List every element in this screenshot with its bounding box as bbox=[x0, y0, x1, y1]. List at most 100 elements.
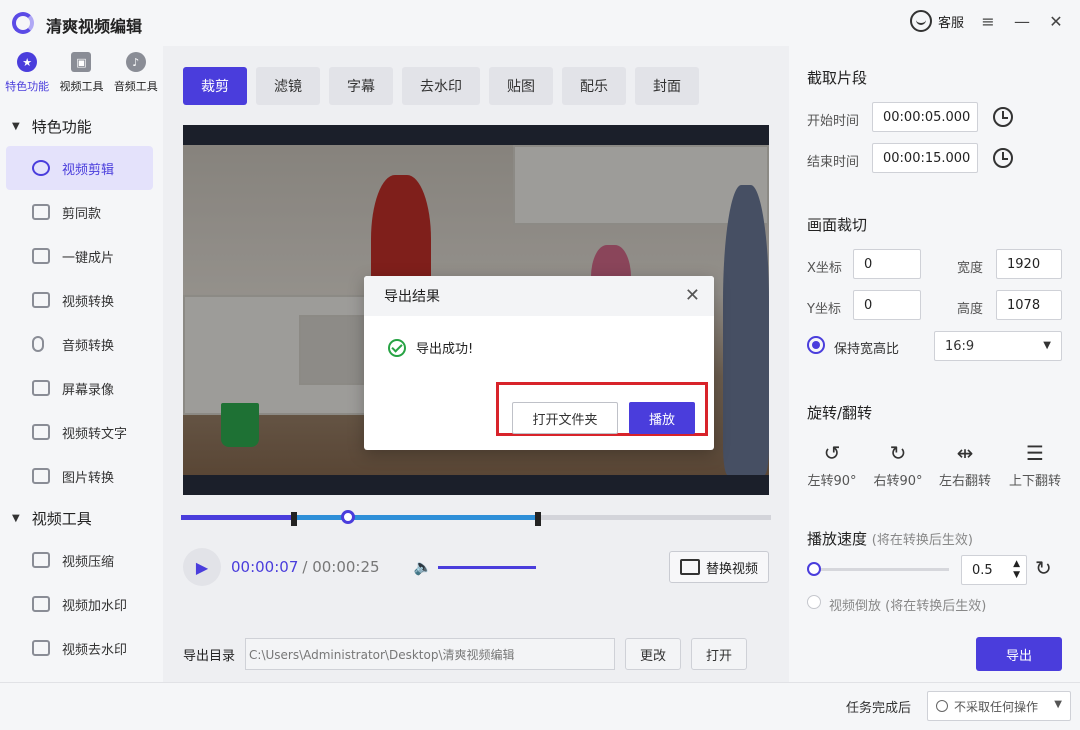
change-dir-button[interactable]: 更改 bbox=[625, 638, 682, 670]
timeline[interactable] bbox=[181, 510, 771, 526]
set-start-time-icon[interactable] bbox=[993, 107, 1013, 127]
flip-horizontal-button[interactable]: ⇹ 左右翻转 bbox=[935, 440, 995, 489]
tab-audio-tools[interactable]: ♪ 音频工具 bbox=[110, 52, 162, 98]
sidebar-item-image-convert[interactable]: 图片转换 bbox=[0, 454, 163, 498]
tab-featured[interactable]: ★ 特色功能 bbox=[1, 52, 53, 98]
replace-icon bbox=[679, 559, 700, 575]
flip-vertical-button[interactable]: ☰ 上下翻转 bbox=[1005, 440, 1065, 489]
rotate-section-title: 旋转/翻转 bbox=[807, 404, 873, 422]
tab-cover[interactable]: 封面 bbox=[635, 67, 699, 105]
sidebar-item-screen-record[interactable]: 屏幕录像 bbox=[0, 366, 163, 410]
sidebar-item-one-click[interactable]: 一键成片 bbox=[0, 234, 163, 278]
sidebar-item-same-style[interactable]: 剪同款 bbox=[0, 190, 163, 234]
start-time-label: 开始时间 bbox=[807, 114, 860, 129]
sidebar-item-video-compress[interactable]: 视频压缩 bbox=[0, 538, 163, 582]
sidebar-item-label: 视频剪辑 bbox=[62, 162, 115, 178]
speed-title: 播放速度 bbox=[807, 530, 868, 548]
y-coord-input[interactable]: 0 bbox=[853, 290, 921, 320]
playhead-knob[interactable] bbox=[341, 510, 355, 524]
replace-video-button[interactable]: 替换视频 bbox=[668, 551, 769, 583]
sidebar-item-label: 剪同款 bbox=[62, 206, 102, 222]
export-directory-row: 导出目录 C:\Users\Administrator\Desktop\清爽视频… bbox=[183, 638, 748, 670]
sidebar-item-add-watermark[interactable]: 视频加水印 bbox=[0, 582, 163, 626]
sidebar-item-video-convert[interactable]: 视频转换 bbox=[0, 278, 163, 322]
tab-remove-watermark[interactable]: 去水印 bbox=[402, 67, 480, 105]
keep-ratio-label: 保持宽高比 bbox=[834, 342, 900, 357]
speed-value: 0.5 bbox=[972, 562, 993, 578]
after-task-label: 任务完成后 bbox=[846, 701, 912, 716]
group-title: 特色功能 bbox=[31, 117, 92, 136]
play-video-button[interactable]: 播放 bbox=[629, 402, 695, 434]
tab-video-tools[interactable]: ▣ 视频工具 bbox=[55, 52, 107, 98]
play-button[interactable]: ▶ bbox=[183, 548, 221, 586]
rotate-left-button[interactable]: ↺ 左转90° bbox=[802, 440, 862, 489]
width-input[interactable]: 1920 bbox=[996, 249, 1062, 279]
speed-section: 播放速度 (将在转换后生效) bbox=[807, 528, 973, 549]
rotate-right-button[interactable]: ↻ 右转90° bbox=[868, 440, 928, 489]
start-time-input[interactable]: 00:00:05.000 bbox=[872, 102, 978, 132]
app-title: 清爽视频编辑 bbox=[46, 17, 143, 36]
customer-service-icon[interactable] bbox=[909, 10, 932, 32]
volume-icon[interactable]: 🔈 bbox=[414, 558, 433, 576]
export-button[interactable]: 导出 bbox=[976, 637, 1062, 671]
after-task-select[interactable]: 不采取任何操作 ▼ bbox=[927, 691, 1071, 721]
tab-filter[interactable]: 滤镜 bbox=[256, 67, 320, 105]
tool-tabs: 裁剪 滤镜 字幕 去水印 贴图 配乐 封面 bbox=[183, 67, 699, 105]
bottom-bar: 任务完成后 不采取任何操作 ▼ bbox=[0, 682, 1080, 730]
tab-crop[interactable]: 裁剪 bbox=[183, 67, 247, 105]
aspect-ratio-select[interactable]: 16:9 ▼ bbox=[934, 331, 1062, 361]
aspect-ratio-value: 16:9 bbox=[945, 338, 975, 354]
reverse-video-label: 视频倒放 (将在转换后生效) bbox=[829, 595, 986, 614]
music-icon: ♪ bbox=[125, 52, 146, 72]
customer-service-label[interactable]: 客服 bbox=[938, 12, 964, 31]
reset-speed-icon[interactable]: ↻ bbox=[1035, 556, 1052, 580]
y-coord-label: Y坐标 bbox=[807, 302, 841, 317]
stepper-icon[interactable]: ▲ ▼ bbox=[1013, 559, 1020, 581]
timeline-start-handle[interactable] bbox=[291, 512, 297, 526]
menu-icon[interactable]: ≡ bbox=[978, 11, 998, 31]
clip-section-title: 截取片段 bbox=[807, 69, 868, 87]
collapse-caret-icon: ▼ bbox=[12, 120, 20, 132]
export-dir-label: 导出目录 bbox=[183, 648, 236, 664]
tab-subtitle[interactable]: 字幕 bbox=[329, 67, 393, 105]
sidebar-item-video-to-text[interactable]: 视频转文字 bbox=[0, 410, 163, 454]
close-icon[interactable]: ✕ bbox=[1046, 11, 1066, 31]
sidebar-top-tabs: ★ 特色功能 ▣ 视频工具 ♪ 音频工具 bbox=[0, 46, 163, 98]
export-result-dialog: 导出结果 ✕ 导出成功! 打开文件夹 播放 bbox=[364, 276, 714, 450]
rotate-right-label: 右转90° bbox=[873, 474, 923, 489]
x-coord-input[interactable]: 0 bbox=[853, 249, 921, 279]
timeline-end-handle[interactable] bbox=[535, 512, 541, 526]
speed-hint: (将在转换后生效) bbox=[871, 533, 973, 548]
total-time: / 00:00:25 bbox=[302, 558, 380, 576]
tab-music[interactable]: 配乐 bbox=[562, 67, 626, 105]
open-dir-button[interactable]: 打开 bbox=[691, 638, 748, 670]
sidebar-item-label: 视频转文字 bbox=[62, 426, 128, 442]
keep-ratio-radio[interactable] bbox=[807, 336, 825, 354]
image-icon bbox=[32, 204, 50, 220]
sidebar-item-video-edit[interactable]: 视频剪辑 bbox=[6, 146, 153, 190]
sidebar-item-audio-convert[interactable]: 音频转换 bbox=[0, 322, 163, 366]
volume-slider[interactable] bbox=[438, 565, 537, 569]
end-time-input[interactable]: 00:00:15.000 bbox=[872, 143, 978, 173]
height-input[interactable]: 1078 bbox=[996, 290, 1062, 320]
reverse-video-radio[interactable] bbox=[807, 595, 821, 609]
speed-input[interactable]: 0.5 ▲ ▼ bbox=[961, 555, 1027, 585]
close-icon[interactable]: ✕ bbox=[685, 285, 700, 306]
sidebar: ★ 特色功能 ▣ 视频工具 ♪ 音频工具 ▼ 特色功能 视频剪辑 剪同款 一键成… bbox=[0, 46, 163, 682]
tab-label: 视频工具 bbox=[59, 80, 104, 93]
tab-sticker[interactable]: 贴图 bbox=[489, 67, 553, 105]
sidebar-item-remove-watermark[interactable]: 视频去水印 bbox=[0, 626, 163, 670]
set-end-time-icon[interactable] bbox=[993, 148, 1013, 168]
open-folder-button[interactable]: 打开文件夹 bbox=[512, 402, 618, 434]
export-path-field[interactable]: C:\Users\Administrator\Desktop\清爽视频编辑 bbox=[245, 638, 616, 670]
timeline-progress bbox=[181, 515, 293, 520]
sidebar-item-label: 视频转换 bbox=[62, 294, 115, 310]
chevron-down-icon: ▼ bbox=[1043, 340, 1051, 351]
tab-label: 特色功能 bbox=[5, 80, 50, 93]
group-video-tools[interactable]: ▼ 视频工具 bbox=[0, 498, 163, 538]
speed-slider-knob[interactable] bbox=[807, 562, 821, 576]
minimize-icon[interactable]: — bbox=[1012, 11, 1032, 31]
speed-slider-track[interactable] bbox=[815, 568, 949, 571]
group-title: 视频工具 bbox=[31, 509, 92, 528]
group-featured[interactable]: ▼ 特色功能 bbox=[0, 106, 163, 146]
